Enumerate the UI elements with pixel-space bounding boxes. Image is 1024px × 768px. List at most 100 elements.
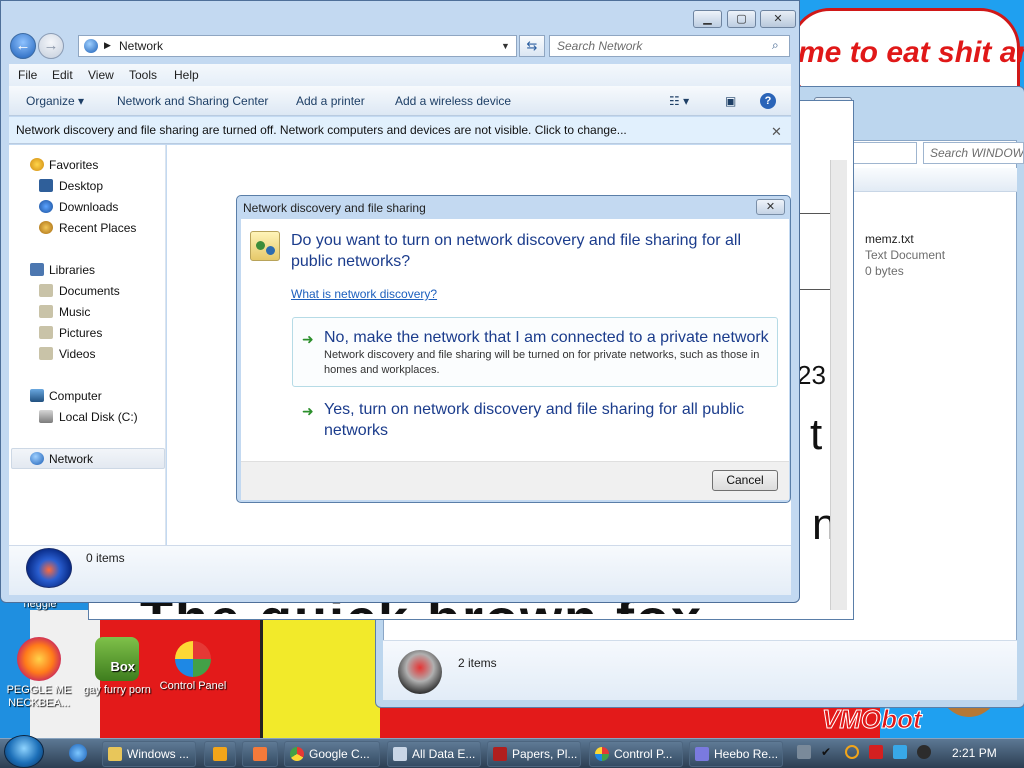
nav-pictures[interactable]: Pictures	[59, 326, 102, 340]
tray-check-icon[interactable]: ✔	[819, 745, 833, 759]
tray-search-icon[interactable]	[845, 745, 859, 759]
folder-icon	[108, 747, 122, 761]
network-globe-icon	[84, 39, 98, 53]
green-arrow-icon: ➜	[302, 403, 314, 419]
item-count: 0 items	[86, 551, 125, 565]
taskbar-windows-explorer[interactable]: Windows ...	[102, 741, 196, 767]
taskbar-clock[interactable]: 2:21 PM	[952, 746, 997, 760]
file-size: 0 bytes	[865, 264, 904, 278]
star-icon	[30, 158, 44, 171]
option-private-title[interactable]: No, make the network that I am connected…	[324, 327, 769, 348]
search-icon[interactable]: ⌕	[772, 38, 779, 53]
background-status-text: 2 items	[458, 656, 497, 670]
nav-documents[interactable]: Documents	[59, 284, 120, 298]
background-status-bar	[383, 640, 1017, 700]
control-panel-icon	[175, 641, 211, 677]
minimize-button[interactable]: ▁	[693, 10, 722, 28]
notepad-text-fragment: 23	[797, 360, 826, 390]
desktop-icon-peggle[interactable]: PEGGLE ME NECKBEA...	[4, 637, 74, 710]
network-users-icon	[250, 231, 280, 261]
dialog-close-button[interactable]: ✕	[756, 199, 785, 215]
network-status-icon	[26, 548, 72, 588]
file-item-memz[interactable]: memz.txt Text Document 0 bytes	[865, 231, 945, 279]
chevron-down-icon[interactable]: ▼	[501, 41, 510, 51]
green-arrow-icon: ➜	[302, 331, 314, 347]
nav-network[interactable]: Network	[49, 452, 93, 466]
command-bar: Organize ▾ Network and Sharing Center Ad…	[9, 86, 791, 116]
desktop-icon-label: PEGGLE ME NECKBEA...	[6, 684, 72, 709]
background-search-input[interactable]: Search WINDOWS	[923, 142, 1024, 164]
what-is-network-discovery-link[interactable]: What is network discovery?	[291, 287, 437, 301]
network-icon	[30, 452, 44, 465]
nav-computer[interactable]: Computer	[49, 389, 102, 403]
wallpaper-yellow-area	[260, 615, 380, 740]
nav-local-disk[interactable]: Local Disk (C:)	[59, 410, 138, 424]
tray-volume-icon[interactable]	[917, 745, 931, 759]
box-icon: Box	[95, 637, 139, 681]
add-printer-button[interactable]: Add a printer	[296, 94, 365, 108]
add-wireless-button[interactable]: Add a wireless device	[395, 94, 511, 108]
file-name: memz.txt	[865, 232, 914, 246]
preview-pane-icon[interactable]: ▣	[725, 94, 736, 108]
back-button[interactable]: ←	[10, 33, 36, 59]
view-options-icon[interactable]: ☷ ▾	[669, 94, 689, 108]
nav-music[interactable]: Music	[59, 305, 90, 319]
menu-view[interactable]: View	[88, 68, 114, 82]
option-public-networks[interactable]: Yes, turn on network discovery and file …	[324, 399, 764, 441]
desktop-icon-furry[interactable]: Box gay furry porn	[82, 637, 152, 697]
nav-videos[interactable]: Videos	[59, 347, 95, 361]
tray-flag-icon[interactable]	[869, 745, 883, 759]
downloads-icon	[39, 200, 53, 213]
taskbar-heebo[interactable]: Heebo Re...	[689, 741, 783, 767]
option-private-description: Network discovery and file sharing will …	[324, 349, 760, 376]
cancel-button[interactable]: Cancel	[712, 470, 778, 491]
menu-file[interactable]: File	[18, 68, 37, 82]
start-button[interactable]	[4, 735, 44, 768]
taskbar-control-panel[interactable]: Control P...	[589, 741, 683, 767]
sharing-center-button[interactable]: Network and Sharing Center	[117, 94, 268, 108]
maximize-button[interactable]: ▢	[727, 10, 756, 28]
notepad-text-fragment: t	[810, 410, 823, 459]
menu-bar: File Edit View Tools Help	[9, 64, 791, 86]
taskbar-all-data[interactable]: All Data E...	[387, 741, 481, 767]
media-player-icon	[213, 747, 227, 761]
nav-downloads[interactable]: Downloads	[59, 200, 118, 214]
dialog-footer	[241, 461, 789, 500]
organize-button[interactable]: Organize ▾	[26, 94, 84, 108]
desktop-icon-control-panel[interactable]: Control Panel	[158, 637, 228, 693]
window-icon	[393, 747, 407, 761]
nav-desktop[interactable]: Desktop	[59, 179, 103, 193]
videos-icon	[39, 347, 53, 360]
notepad-scrollbar[interactable]	[830, 160, 847, 610]
taskbar-papers-please[interactable]: Papers, Pl...	[487, 741, 581, 767]
internet-explorer-icon[interactable]	[69, 744, 87, 762]
menu-tools[interactable]: Tools	[129, 68, 157, 82]
close-infobar-icon[interactable]: ✕	[771, 124, 782, 140]
menu-help[interactable]: Help	[174, 68, 199, 82]
taskbar-media-player[interactable]	[204, 741, 236, 767]
taskbar-google-chrome[interactable]: Google C...	[284, 741, 380, 767]
computer-icon	[30, 389, 44, 402]
nav-libraries[interactable]: Libraries	[49, 263, 95, 277]
peggle-icon	[17, 637, 61, 681]
info-bar[interactable]: Network discovery and file sharing are t…	[9, 117, 791, 144]
help-icon[interactable]: ?	[760, 93, 776, 109]
search-input[interactable]: Search Network	[549, 35, 790, 57]
desktop-icon-label: gay furry porn	[83, 684, 151, 696]
cauldron-icon	[398, 650, 442, 694]
close-button[interactable]: ✕	[760, 10, 796, 28]
control-panel-icon	[595, 747, 609, 761]
taskbar-paint[interactable]	[242, 741, 278, 767]
libraries-icon	[30, 263, 44, 276]
nav-favorites[interactable]: Favorites	[49, 158, 98, 172]
menu-edit[interactable]: Edit	[52, 68, 73, 82]
tray-monitor-icon[interactable]	[893, 745, 907, 759]
file-type: Text Document	[865, 248, 946, 262]
chevron-right-icon[interactable]: ▶	[104, 40, 111, 51]
forward-button[interactable]: →	[38, 33, 64, 59]
address-bar[interactable]: Network	[78, 35, 517, 57]
nav-recent-places[interactable]: Recent Places	[59, 221, 136, 235]
tray-grid-icon[interactable]	[797, 745, 811, 759]
recent-places-icon	[39, 221, 53, 234]
refresh-button[interactable]: ⇆	[519, 35, 545, 57]
